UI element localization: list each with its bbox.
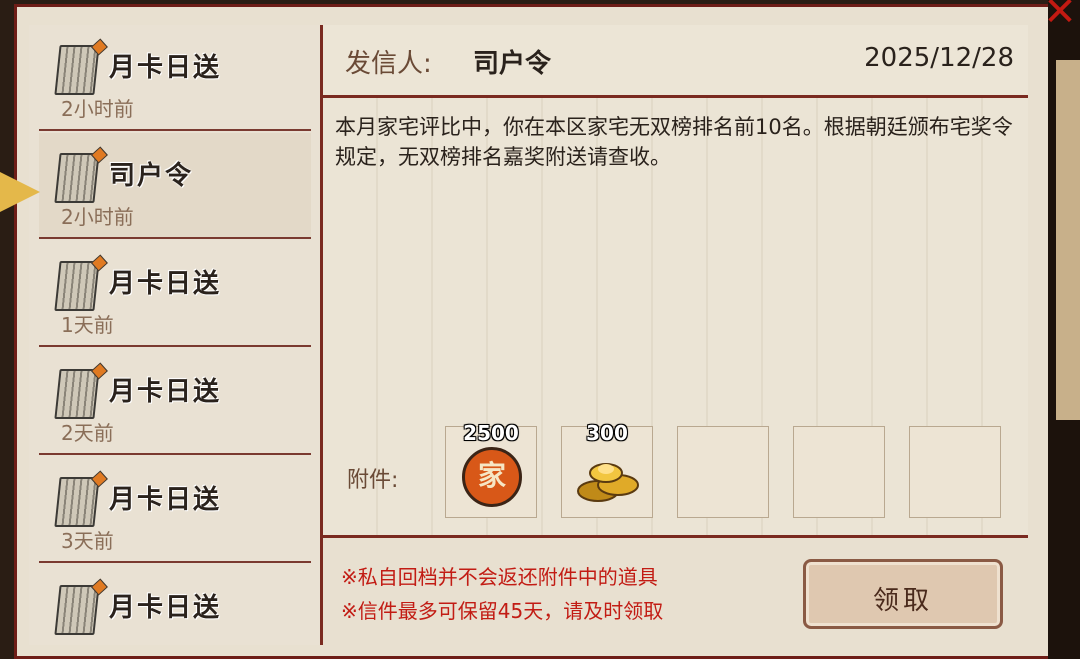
mail-body: 本月家宅评比中，你在本区家宅无双榜排名前10名。根据朝廷颁布宅奖令规定，无双榜排… [323, 98, 1028, 538]
mail-time: 2天前 [61, 421, 114, 445]
mail-title: 月卡日送 [109, 377, 222, 407]
attachment-count: 300 [586, 421, 628, 445]
attachment-slot-empty [793, 426, 885, 518]
selection-arrow-icon [0, 172, 40, 212]
mail-time: 2小时前 [61, 205, 134, 229]
mail-title: 月卡日送 [109, 485, 222, 515]
jia-coin-icon: 家 [462, 447, 522, 507]
background-strip: ✕ [1043, 0, 1080, 659]
mail-message: 本月家宅评比中，你在本区家宅无双榜排名前10名。根据朝廷颁布宅奖令规定，无双榜排… [335, 115, 1013, 169]
close-icon[interactable]: ✕ [1040, 0, 1080, 32]
attachment-slot-empty [909, 426, 1001, 518]
attachment-slot-empty [677, 426, 769, 518]
mail-title: 月卡日送 [109, 269, 222, 299]
mail-header: 发信人: 司户令 2025/12/28 [323, 25, 1028, 98]
mail-footer: ※私自回档并不会返还附件中的道具 ※信件最多可保留45天，请及时领取 领取 [323, 537, 1028, 645]
notice-retention: ※信件最多可保留45天，请及时领取 [341, 599, 664, 623]
gold-ingot-icon [577, 463, 639, 502]
mail-title: 月卡日送 [109, 593, 222, 623]
attachment-slot[interactable]: 300 [561, 421, 653, 518]
letter-scroll-icon [54, 477, 100, 527]
letter-scroll-icon [54, 369, 100, 419]
letter-scroll-icon [54, 45, 100, 95]
claim-button-label: 领取 [872, 586, 933, 616]
letter-scroll-icon [54, 261, 100, 311]
sender-label: 发信人: [345, 49, 432, 79]
mail-title: 月卡日送 [109, 53, 222, 83]
mail-time: 3天前 [61, 529, 114, 553]
letter-scroll-icon [54, 153, 100, 203]
mail-list: 月卡日送 2小时前 司户令 2小时前 月卡日送 1天前 月卡日送 2天前 月卡日… [29, 25, 323, 645]
sender-name: 司户令 [473, 49, 552, 79]
mail-time: 1天前 [61, 313, 114, 337]
mail-title: 司户令 [109, 161, 194, 191]
mail-list-item[interactable]: 月卡日送 2小时前 [39, 25, 311, 131]
attachments-label: 附件: [347, 468, 399, 493]
mail-detail: 发信人: 司户令 2025/12/28 本月家宅评比中，你在本区家宅无双榜排名前… [323, 25, 1028, 645]
attachment-count: 2500 [463, 421, 519, 445]
mail-list-item[interactable]: 月卡日送 [39, 565, 311, 645]
mail-list-item[interactable]: 月卡日送 2天前 [39, 349, 311, 455]
claim-button[interactable]: 领取 [803, 559, 1003, 629]
mail-time: 2小时前 [61, 97, 134, 121]
notice-rollback: ※私自回档并不会返还附件中的道具 [341, 565, 658, 589]
mail-list-item[interactable]: 月卡日送 3天前 [39, 457, 311, 563]
background-scroll [1056, 60, 1080, 420]
attachment-slot[interactable]: 家 2500 [445, 421, 537, 518]
letter-scroll-icon [54, 585, 100, 635]
mail-list-item-selected[interactable]: 司户令 2小时前 [39, 133, 311, 239]
mail-list-item[interactable]: 月卡日送 1天前 [39, 241, 311, 347]
mail-date: 2025/12/28 [864, 43, 1014, 73]
